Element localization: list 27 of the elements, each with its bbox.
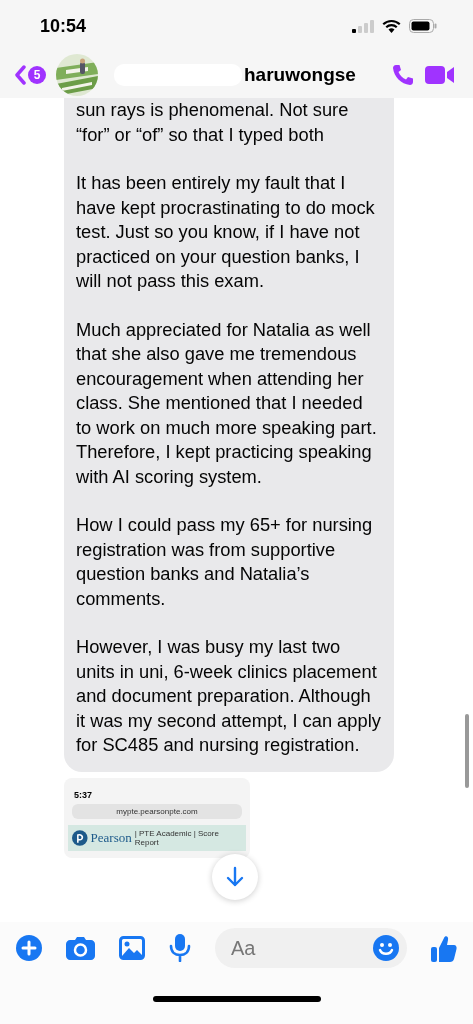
pearson-logo-icon (72, 829, 88, 846)
message-input[interactable]: Aa (215, 928, 407, 968)
image-icon[interactable] (119, 936, 145, 960)
add-icon[interactable] (16, 935, 42, 961)
phone-icon[interactable] (391, 63, 415, 87)
thumbs-up-icon[interactable] (431, 934, 457, 962)
status-time: 10:54 (40, 15, 87, 37)
wifi-icon (382, 19, 401, 33)
message-paragraph: It has been entirely my fault that I have kept procrastinating to do mock test. Just so you know, if I have not practiced on your question banks, I will not pass this exam. (76, 171, 376, 293)
microphone-icon[interactable] (169, 934, 191, 962)
scroll-down-button[interactable] (212, 854, 258, 900)
battery-icon (409, 19, 437, 33)
video-camera-icon[interactable] (425, 64, 455, 86)
down-arrow-icon (225, 866, 245, 888)
emoji-icon[interactable] (373, 935, 399, 961)
url-bar: mypte.pearsonpte.com (72, 803, 242, 819)
camera-icon[interactable] (66, 936, 95, 960)
message-paragraph: How I could pass my 65+ for nursing registration was from supportive question banks and Natalia’s comments. (76, 513, 374, 611)
message-paragraph: However, I was busy my last two units in uni, 6-week clinics placement and document preparation. Although it was my second attempt, I can apply for SC485 and nursing registration. (76, 635, 382, 757)
message-paragraph: Much appreciated for Natalia as well that she also gave me tremendous encouragement when attending her class. She mentioned that I needed to work on much more speaking part. Therefore, I kept practicing speaking with AI scoring system. (76, 317, 378, 489)
attachment-time: 5:37 (74, 789, 92, 800)
brand-name: Pearson (90, 829, 132, 846)
back-chevron-icon (14, 65, 26, 85)
contact-name[interactable]: haruwongse (244, 64, 356, 86)
message-paragraph: sun rays is phenomenal. Not sure “for” or “of” so that I typed both (76, 98, 350, 147)
signal-icon (352, 19, 374, 33)
report-title: | PTE Academic | Score Report (134, 828, 220, 847)
